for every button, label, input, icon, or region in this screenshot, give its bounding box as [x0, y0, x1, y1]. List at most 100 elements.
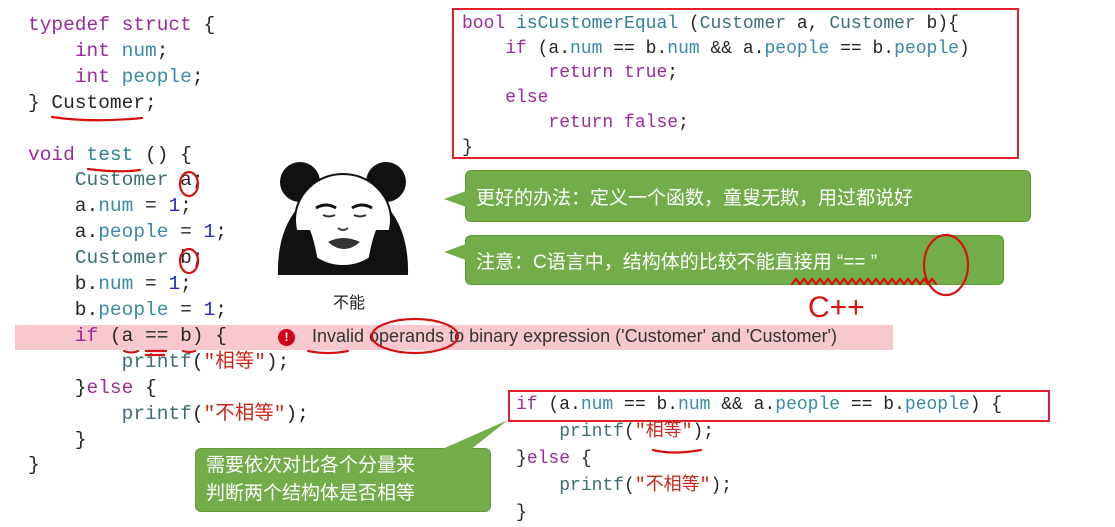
code-token: Customer: [74, 247, 169, 270]
code-token: == b.: [602, 38, 668, 59]
code-token: people: [775, 395, 841, 415]
code-token: ;: [667, 63, 679, 84]
code-token: == b.: [840, 395, 905, 415]
code-line: ​: [28, 117, 309, 143]
code-token: ;: [180, 195, 192, 218]
code-token: }: [516, 503, 527, 523]
code-token: );: [710, 476, 733, 496]
code-token: num: [121, 39, 157, 62]
code-token: 1: [203, 221, 216, 244]
code-token: a.: [28, 195, 99, 218]
code-token: (: [191, 350, 204, 373]
function-code-block: bool isCustomerEqual (Customer a, Custom…: [462, 12, 970, 160]
code-token: return: [548, 112, 614, 133]
code-token: b.: [28, 298, 99, 321]
code-token: (: [624, 476, 635, 496]
code-token: printf: [121, 402, 192, 425]
code-token: typedef: [28, 14, 110, 36]
code-line: b.people = 1;: [28, 298, 309, 324]
code-token: num: [667, 38, 700, 59]
main-code-block: typedef struct { int num; int people;} C…: [28, 13, 309, 479]
code-token: } Customer;: [28, 91, 157, 114]
code-token: if: [505, 38, 527, 59]
code-token: (: [191, 402, 204, 425]
code-token: );: [692, 422, 715, 442]
code-token: =: [133, 273, 169, 296]
code-line: bool isCustomerEqual (Customer a, Custom…: [462, 12, 970, 37]
code-line: printf("不相等");: [516, 473, 1002, 500]
code-line: }else {: [28, 376, 309, 402]
note-bubble: 注意：C语言中，结构体的比较不能直接用 “== ”: [444, 235, 1004, 285]
code-line: if (a.num == b.num && a.people == b.peop…: [462, 37, 970, 62]
code-token: "不相等": [203, 402, 286, 425]
code-token: ;: [156, 39, 169, 62]
code-token: (a.: [537, 395, 581, 415]
code-token: && a.: [699, 38, 765, 59]
code-token: 1: [168, 273, 181, 296]
code-token: b;: [168, 247, 204, 270]
code-token: Customer: [829, 14, 916, 34]
code-line: }else {: [516, 446, 1002, 473]
code-token: people: [121, 65, 192, 88]
code-line: return true;: [462, 61, 970, 86]
code-token: true: [624, 63, 668, 84]
code-token: 1: [203, 298, 216, 321]
code-line: b.num = 1;: [28, 272, 309, 298]
code-token: printf: [559, 476, 625, 496]
code-token: people: [98, 298, 169, 321]
code-token: =: [168, 221, 204, 244]
code-token: num: [98, 273, 134, 296]
code-token: () {: [133, 143, 192, 166]
code-line: printf("相等");: [516, 419, 1002, 446]
code-token: num: [580, 395, 614, 415]
better-way-bubble: 更好的办法：定义一个函数，童叟无欺，用过都说好: [444, 170, 1031, 222]
code-token: ;: [215, 298, 227, 321]
code-token: b){: [915, 14, 959, 34]
error-message: Invalid operands to binary expression ('…: [312, 326, 837, 346]
code-line: } Customer;: [28, 91, 309, 117]
code-line: printf("不相等");: [28, 402, 309, 428]
code-token: void: [28, 143, 75, 166]
code-token: a,: [786, 14, 830, 34]
code-token: printf: [121, 350, 192, 373]
code-token: Customer: [74, 169, 169, 192]
code-token: ;: [678, 112, 689, 133]
code-token: num: [98, 195, 134, 218]
code-token: a.: [28, 221, 99, 244]
code-line: typedef struct {: [28, 13, 309, 39]
code-token: =: [133, 195, 169, 218]
code-token: num: [570, 38, 603, 59]
code-token: (: [678, 14, 700, 34]
code-token: ;: [180, 273, 192, 296]
code-line: void test () {: [28, 143, 309, 169]
code-line: a.num = 1;: [28, 194, 309, 220]
code-line: }: [462, 136, 970, 161]
code-token: else: [526, 449, 571, 469]
code-token: b.: [28, 273, 99, 296]
code-line: }: [28, 453, 309, 479]
code-token: test: [86, 143, 134, 166]
code-token: (: [624, 422, 635, 442]
code-token: );: [265, 350, 290, 373]
code-line: if (a == b) {: [28, 324, 309, 350]
code-line: int people;: [28, 65, 309, 91]
code-line: int num;: [28, 39, 309, 65]
code-token: false: [624, 112, 679, 133]
code-token: "不相等": [634, 476, 711, 496]
code-token: else: [86, 376, 134, 399]
code-token: (a == b) {: [98, 324, 227, 347]
note-text: 注意：C语言中，结构体的比较不能直接用 “== ”: [476, 251, 878, 273]
code-line: }: [516, 500, 1002, 527]
code-token: && a.: [710, 395, 776, 415]
meme-caption: 不能: [333, 295, 366, 312]
